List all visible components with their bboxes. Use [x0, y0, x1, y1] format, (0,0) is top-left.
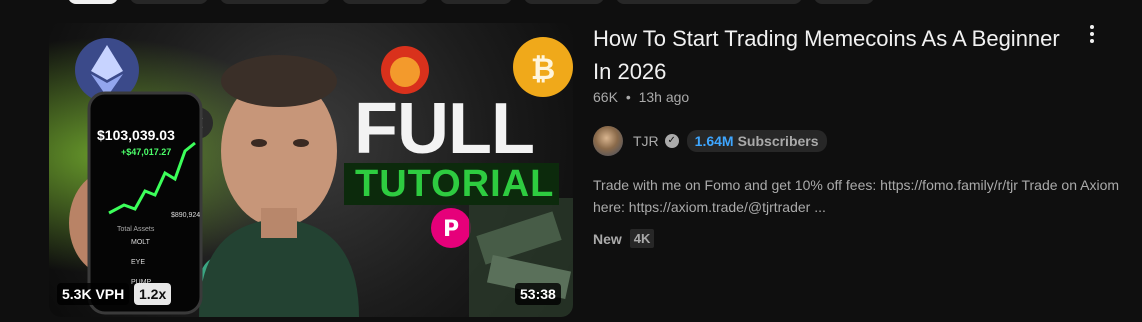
filter-chip[interactable] — [130, 0, 208, 4]
view-count: 66K — [593, 89, 618, 105]
channel-avatar[interactable] — [593, 126, 623, 156]
filter-chip[interactable] — [524, 0, 604, 4]
menu-dot — [1090, 39, 1094, 43]
filter-chip[interactable] — [814, 0, 874, 4]
phone-total-value: $890,924 — [171, 212, 201, 219]
video-thumbnail[interactable]: ₿ ✕ P T $103,039.03 — [49, 23, 573, 317]
channel-name[interactable]: TJR — [633, 133, 659, 149]
filter-chip[interactable] — [68, 0, 118, 4]
menu-dot — [1090, 25, 1094, 29]
channel-row[interactable]: TJR ✓ 1.64M Subscribers — [593, 126, 827, 156]
speed-badge: 1.2x — [134, 283, 172, 305]
phone-gain: +$47,017.27 — [121, 147, 172, 157]
phone-balance: $103,039.03 — [97, 127, 175, 143]
filter-chip[interactable] — [616, 0, 802, 4]
thumbnail-headline-tutorial: TUTORIAL — [355, 163, 555, 205]
verified-check-icon: ✓ — [664, 134, 679, 148]
video-title[interactable]: How To Start Trading Memecoins As A Begi… — [593, 22, 1063, 88]
phone-total-label: Total Assets — [117, 226, 155, 233]
filter-chip-row — [68, 0, 874, 4]
video-result-page: ₿ ✕ P T $103,039.03 — [0, 0, 1142, 322]
more-options-icon[interactable] — [1084, 22, 1100, 48]
filter-chip[interactable] — [440, 0, 512, 4]
video-metadata: 66K • 13h ago — [593, 89, 689, 105]
duration-badge: 53:38 — [515, 283, 561, 305]
vph-badge: 5.3K VPH — [57, 283, 130, 305]
video-description: Trade with me on Fomo and get 10% off fe… — [593, 177, 1120, 215]
filter-chip[interactable] — [220, 0, 330, 4]
meta-separator: • — [625, 89, 631, 105]
phone-row: EYE — [131, 259, 146, 266]
menu-dot — [1090, 32, 1094, 36]
thumbnail-headline-full: FULL — [354, 89, 535, 169]
subscriber-badge: 1.64M Subscribers — [686, 130, 827, 152]
tag-4k: 4K — [629, 229, 655, 248]
tag-new: New — [593, 230, 622, 247]
video-tags: New 4K — [593, 229, 655, 248]
svg-text:P: P — [443, 217, 459, 242]
phone-row: MOLT — [131, 239, 150, 246]
filter-chip[interactable] — [342, 0, 428, 4]
subscriber-count: 1.64M — [694, 133, 734, 149]
subscriber-label: Subscribers — [737, 133, 819, 149]
svg-text:₿: ₿ — [531, 52, 555, 87]
upload-age: 13h ago — [638, 89, 690, 105]
